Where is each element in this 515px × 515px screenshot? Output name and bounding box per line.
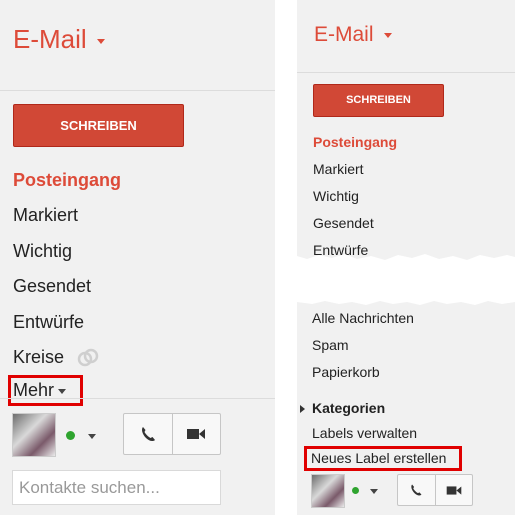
call-button-group: [397, 474, 473, 506]
status-indicator[interactable]: [66, 431, 75, 440]
left-panel: E-Mail SCHREIBEN Posteingang Markiert Wi…: [0, 0, 275, 515]
status-chevron-down-icon[interactable]: [88, 434, 96, 439]
video-button[interactable]: [434, 475, 473, 505]
status-chevron-down-icon[interactable]: [370, 489, 378, 494]
phone-icon: [411, 484, 422, 496]
app-title[interactable]: E-Mail: [314, 23, 392, 47]
manage-labels-link[interactable]: Labels verwalten: [312, 425, 417, 441]
header: E-Mail: [297, 0, 515, 73]
nav-item-starred[interactable]: Markiert: [13, 205, 78, 226]
chevron-down-icon: [383, 32, 392, 38]
nav-item-sent[interactable]: Gesendet: [13, 276, 91, 297]
compose-button[interactable]: SCHREIBEN: [13, 104, 184, 147]
nav-item-all-mail[interactable]: Alle Nachrichten: [312, 310, 414, 326]
nav-item-trash[interactable]: Papierkorb: [312, 364, 380, 380]
phone-button[interactable]: [124, 414, 172, 454]
categories-toggle[interactable]: Kategorien: [300, 400, 385, 416]
nav-item-drafts[interactable]: Entwürfe: [13, 312, 84, 333]
nav-item-spam[interactable]: Spam: [312, 337, 349, 353]
nav-item-inbox[interactable]: Posteingang: [313, 134, 397, 150]
chevron-down-icon: [96, 38, 105, 44]
chevron-down-icon: [58, 388, 67, 394]
avatar[interactable]: [12, 413, 56, 457]
create-new-label-link[interactable]: Neues Label erstellen: [311, 450, 446, 466]
torn-edge: [297, 254, 515, 260]
triangle-right-icon: [300, 405, 305, 414]
video-button[interactable]: [171, 414, 221, 454]
header: E-Mail: [0, 0, 275, 91]
avatar[interactable]: [311, 474, 345, 508]
nav-item-sent[interactable]: Gesendet: [313, 215, 374, 231]
video-camera-icon: [446, 485, 462, 495]
app-title[interactable]: E-Mail: [13, 24, 105, 55]
phone-button[interactable]: [398, 475, 435, 505]
torn-edge: [297, 298, 515, 305]
status-indicator[interactable]: [352, 487, 359, 494]
nav-item-important[interactable]: Wichtig: [313, 188, 359, 204]
contacts-search-input[interactable]: Kontakte suchen...: [12, 470, 221, 505]
nav-item-circles[interactable]: Kreise: [13, 347, 99, 368]
compose-button[interactable]: SCHREIBEN: [313, 84, 444, 117]
nav-item-starred[interactable]: Markiert: [313, 161, 364, 177]
phone-icon: [141, 427, 155, 442]
right-top-panel: E-Mail SCHREIBEN Posteingang Markiert Wi…: [297, 0, 515, 260]
circles-link-icon: [77, 349, 99, 367]
right-bottom-panel: Alle Nachrichten Spam Papierkorb Kategor…: [297, 298, 515, 515]
nav-item-inbox[interactable]: Posteingang: [13, 170, 121, 191]
divider: [0, 398, 275, 399]
nav-item-important[interactable]: Wichtig: [13, 241, 72, 262]
call-button-group: [123, 413, 221, 455]
video-camera-icon: [187, 429, 206, 439]
